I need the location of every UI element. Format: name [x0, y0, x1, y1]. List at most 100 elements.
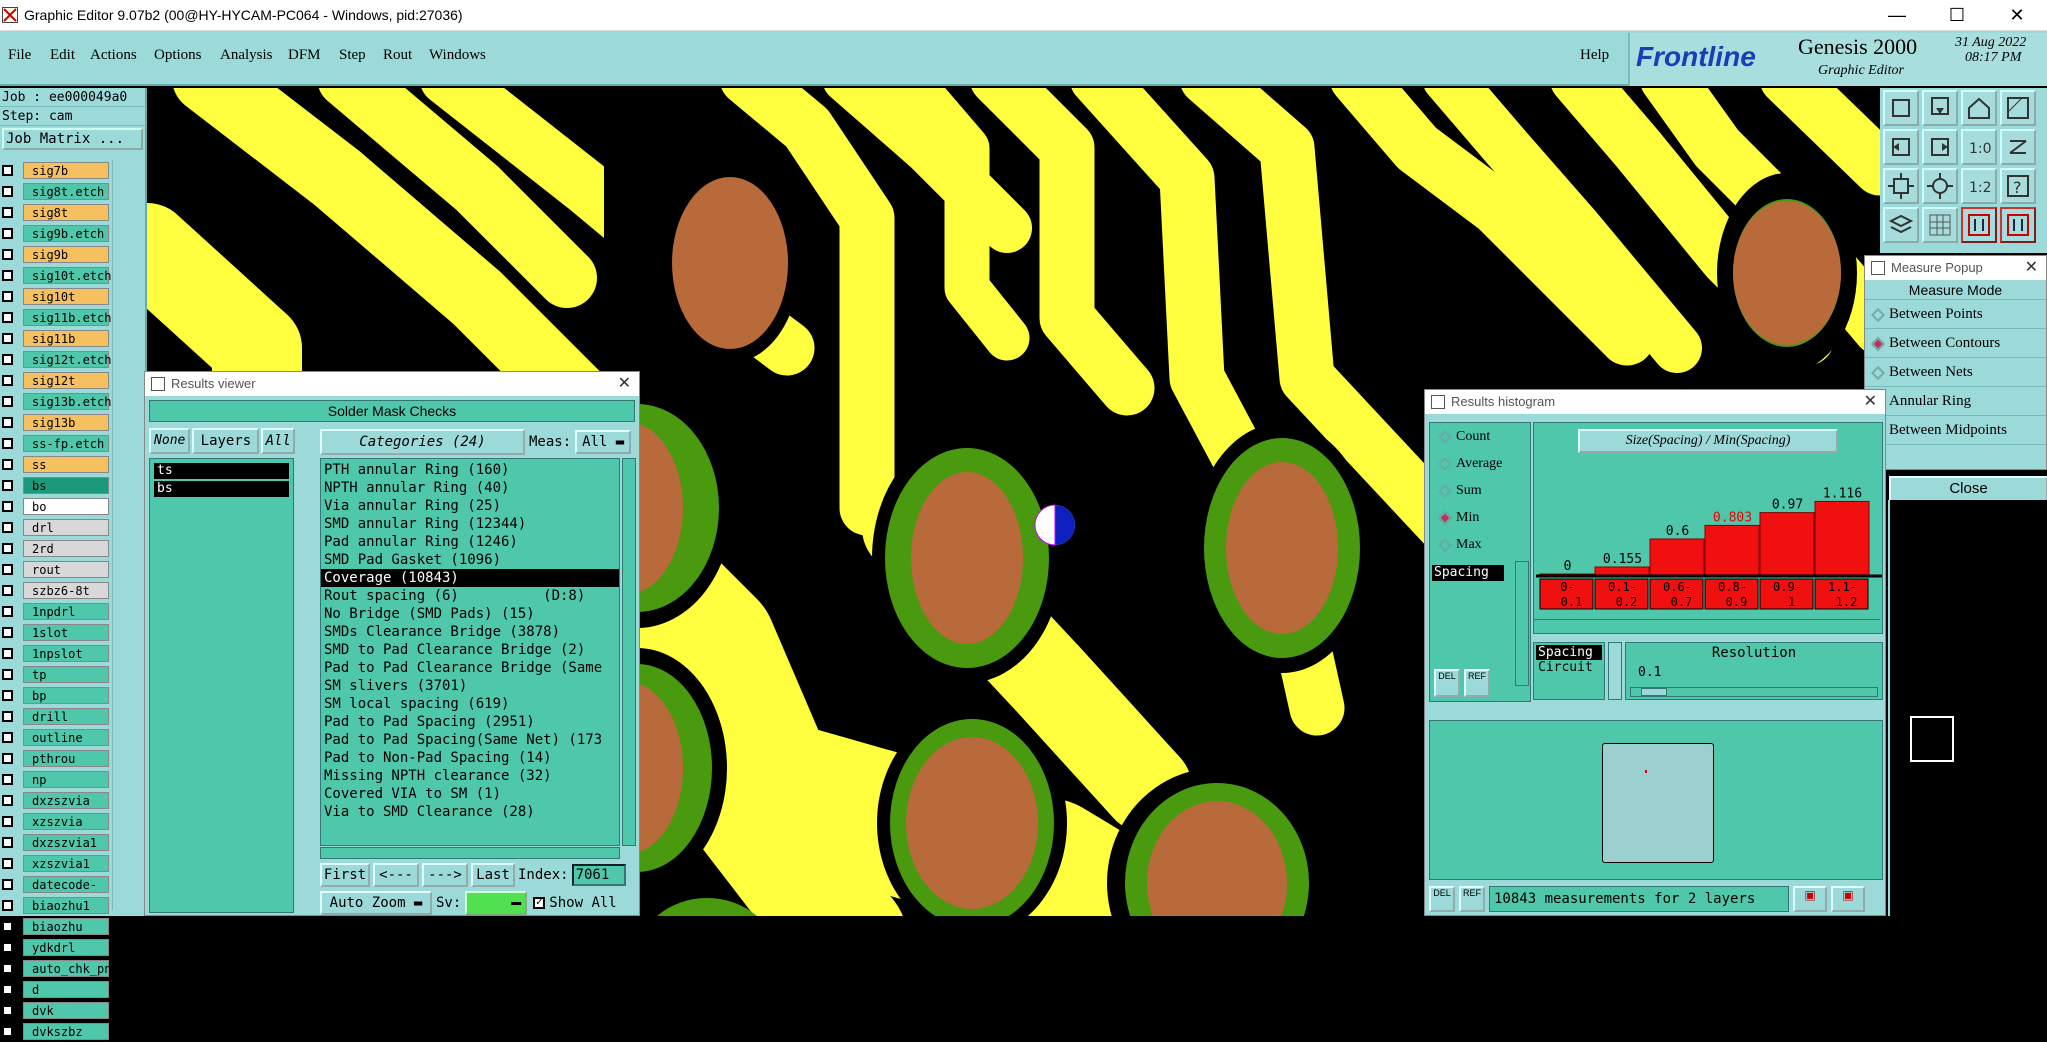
layer-name[interactable]: 1npdrl — [23, 603, 109, 620]
grid-icon[interactable] — [1922, 207, 1958, 243]
layer-row[interactable]: sig9b — [0, 244, 112, 265]
layer-checkbox[interactable] — [2, 753, 13, 764]
layer-name[interactable]: bp — [23, 687, 109, 704]
fit-screen-icon[interactable] — [1883, 168, 1919, 204]
category-item[interactable]: Rout spacing (6) (D:8) — [321, 587, 619, 605]
status-ref-button[interactable]: REF — [1459, 886, 1485, 912]
help-query-icon[interactable]: ? — [2000, 168, 2036, 204]
menu-step[interactable]: Step — [339, 47, 366, 64]
layer-row[interactable]: bp — [0, 685, 112, 706]
layer-name[interactable]: ss — [23, 456, 109, 473]
layer-checkbox[interactable] — [2, 711, 13, 722]
measure-option[interactable]: Annular Ring — [1865, 387, 2046, 416]
layer-row[interactable]: dvk — [0, 1000, 112, 1021]
layer-row[interactable]: datecode-to — [0, 874, 112, 909]
layer-row[interactable]: sig9b.etch — [0, 223, 112, 244]
layer-name[interactable]: dvk — [23, 1002, 109, 1019]
category-item[interactable]: PTH annular Ring (160) — [321, 461, 619, 479]
layer-row[interactable]: outline — [0, 727, 112, 748]
histogram-bar[interactable] — [1649, 538, 1705, 576]
layer-name[interactable]: szbz6-8t — [23, 582, 109, 599]
measure-option[interactable]: Between Midpoints — [1865, 416, 2046, 445]
layer-checkbox[interactable] — [2, 291, 13, 302]
category-item[interactable]: Coverage (10843) — [321, 569, 619, 587]
layer-name[interactable]: bs — [23, 477, 109, 494]
layer-name[interactable]: sig12t — [23, 372, 109, 389]
menu-file[interactable]: File — [8, 47, 31, 64]
category-item[interactable]: Pad to Pad Spacing(Same Net) (173 — [321, 731, 619, 749]
category-item[interactable]: SMD annular Ring (12344) — [321, 515, 619, 533]
layer-row[interactable]: drill — [0, 706, 112, 727]
layer-checkbox[interactable] — [2, 165, 13, 176]
layer-list-scrollbar[interactable] — [112, 160, 145, 910]
histogram-zoom-icon[interactable]: ▣ — [1831, 886, 1865, 912]
layer-name[interactable]: biaozhu1 — [23, 897, 109, 914]
layer-checkbox[interactable] — [2, 375, 13, 386]
layer-row[interactable]: sig12t.etch — [0, 349, 112, 370]
pan-left-icon[interactable] — [1883, 129, 1919, 165]
histogram-option[interactable]: Max — [1430, 531, 1530, 558]
redraw-icon[interactable] — [2000, 129, 2036, 165]
layer-checkbox[interactable] — [2, 858, 13, 869]
resolution-value[interactable]: 0.1 — [1638, 665, 1882, 680]
menu-dfm[interactable]: DFM — [288, 47, 321, 64]
layer-name[interactable]: bo — [23, 498, 109, 515]
layer-name[interactable]: sig11b — [23, 330, 109, 347]
pan-right-icon[interactable] — [1922, 129, 1958, 165]
layers-none-button[interactable]: None — [149, 428, 191, 454]
close-icon[interactable]: ✕ — [2025, 256, 2038, 280]
category-item[interactable]: SMDs Clearance Bridge (3878) — [321, 623, 619, 641]
close-icon[interactable]: ✕ — [1864, 390, 1877, 414]
layer-checkbox[interactable] — [2, 732, 13, 743]
menu-analysis[interactable]: Analysis — [220, 47, 273, 64]
layer-name[interactable]: sig9b — [23, 246, 109, 263]
layer-name[interactable]: dxzszvia — [23, 792, 109, 809]
layer-name[interactable]: 2rd — [23, 540, 109, 557]
layer-checkbox[interactable] — [2, 396, 13, 407]
measure-option[interactable]: Between Contours — [1865, 329, 2046, 358]
layer-name[interactable]: sig10t.etch — [23, 267, 111, 284]
menu-help[interactable]: Help — [1580, 47, 1609, 64]
layer-checkbox[interactable] — [2, 837, 13, 848]
layer-checkbox[interactable] — [2, 249, 13, 260]
last-button[interactable]: Last — [471, 863, 515, 887]
layer-checkbox[interactable] — [2, 585, 13, 596]
layer-checkbox[interactable] — [2, 606, 13, 617]
meas-dropdown[interactable]: All ▬ — [575, 430, 632, 454]
layer-checkbox[interactable] — [2, 354, 13, 365]
attr-spacing[interactable]: Spacing — [1536, 645, 1602, 660]
layer-checkbox[interactable] — [2, 648, 13, 659]
layer-row[interactable]: sig10t.etch — [0, 265, 112, 286]
histogram-bar[interactable] — [1759, 512, 1815, 576]
layer-row[interactable]: dxzszvia — [0, 790, 112, 811]
severity-color-dropdown[interactable]: ▬ — [465, 891, 528, 915]
layer-name[interactable]: sig8t — [23, 204, 109, 221]
layer-checkbox[interactable] — [2, 690, 13, 701]
layer-name[interactable]: sig7b — [23, 162, 109, 179]
layer-row[interactable]: sig11b.etch — [0, 307, 112, 328]
menu-rout[interactable]: Rout — [383, 47, 412, 64]
histogram-bar[interactable] — [1814, 500, 1870, 576]
layer-row[interactable]: ydkdrl — [0, 937, 112, 958]
layer-checkbox[interactable] — [2, 186, 13, 197]
category-item[interactable]: SMD Pad Gasket (1096) — [321, 551, 619, 569]
histogram-option[interactable]: Min — [1430, 504, 1530, 531]
layer-checkbox[interactable] — [2, 627, 13, 638]
layer-checkbox[interactable] — [2, 207, 13, 218]
layer-row[interactable]: sig11b — [0, 328, 112, 349]
zoom-home-icon[interactable] — [1883, 90, 1919, 126]
layer-row[interactable]: sig8t — [0, 202, 112, 223]
layer-row[interactable]: bo — [0, 496, 112, 517]
layer-row[interactable]: 1npdrl — [0, 601, 112, 622]
histogram-option[interactable]: Sum — [1430, 477, 1530, 504]
layer-row[interactable]: szbz6-8t — [0, 580, 112, 601]
layer-row[interactable]: auto_chk_pn — [0, 958, 112, 979]
layer-checkbox[interactable] — [2, 438, 13, 449]
layer-checkbox[interactable] — [2, 984, 13, 995]
category-item[interactable]: Pad to Pad Clearance Bridge (Same — [321, 659, 619, 677]
layers-stack-icon[interactable] — [1883, 207, 1919, 243]
categories-scrollbar[interactable] — [622, 458, 636, 846]
layer-checkbox[interactable] — [2, 900, 13, 911]
histogram-option[interactable]: Count — [1430, 423, 1530, 450]
layer-row[interactable]: biaozhu — [0, 916, 112, 937]
